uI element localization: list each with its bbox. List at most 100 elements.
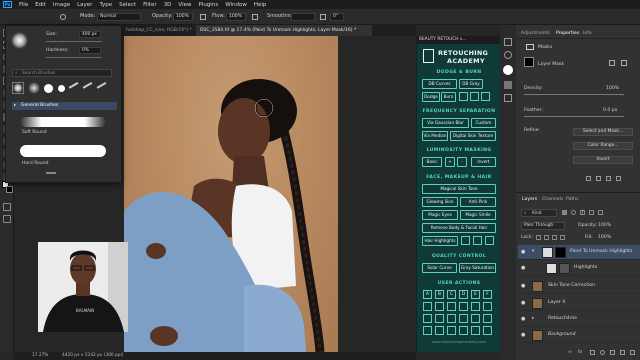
tab-info[interactable]: Info [583,31,592,36]
layer-row[interactable]: ● ▾ Paint To Unmask Highlights [518,245,640,260]
popup-resize-handle[interactable] [46,172,56,174]
menu-window[interactable]: Window [225,2,247,8]
anti-pink-button[interactable]: Anti-Pink [460,197,496,207]
user-action-icon-2[interactable] [435,302,444,311]
fx-icon[interactable]: fx [578,350,582,355]
visibility-eye-icon[interactable]: ● [521,332,527,338]
fmh-action-icon-1[interactable] [461,236,470,245]
menu-3d[interactable]: 3D [164,2,172,8]
magical-skin-tone-button[interactable]: Magical Skin Tone [422,184,496,194]
layer-name[interactable]: Background [548,332,576,337]
layer-mask-thumbnail[interactable] [524,57,534,67]
settings-gear-icon[interactable] [320,14,326,20]
layer-opacity-value[interactable]: 100% [598,223,611,228]
user-action-icon-11[interactable] [471,314,480,323]
delete-layer-icon[interactable] [630,350,635,355]
via-gaussian-button[interactable]: Via Gaussian Blur [422,118,469,128]
apply-icon[interactable] [596,176,601,181]
brush-soft-round-label[interactable]: Soft Round [22,130,47,135]
user-action-icon-13[interactable] [423,326,432,335]
brush-preset-thumb-4[interactable] [58,85,65,92]
tab-channels[interactable]: Channels [542,197,563,202]
user-action-d[interactable]: D [459,290,468,299]
layer-row[interactable]: ● Skin Tone Correction [518,279,640,294]
new-layer-icon[interactable] [620,350,625,355]
brush-settings-icon[interactable] [504,81,512,89]
doc-tab-1[interactable]: hotshop_CC_icon, RGB/16*) * [122,25,196,36]
layer-name[interactable]: Retouch4me [548,316,577,321]
burn-button[interactable]: Burn [441,92,456,102]
trash-icon[interactable] [616,176,621,181]
adjustment-layer-icon[interactable] [600,350,605,355]
basic-button[interactable]: Basic [422,157,442,167]
apply-mask-icon[interactable] [609,60,615,66]
user-action-e[interactable]: E [471,290,480,299]
zoom-level[interactable]: 17.27% [32,353,48,358]
invert-lum-button[interactable]: Invert [471,157,496,167]
soft-round-stroke-preview[interactable] [20,117,106,127]
portrait-photo[interactable] [124,36,338,352]
menu-file[interactable]: File [19,2,28,8]
doc-tab-active[interactable]: DSC_3584.tif @ 17.4% (Paint To Unmask Hi… [196,25,372,36]
gray-saturation-button[interactable]: Gray Saturation [459,263,496,273]
brush-preset-thumb-2[interactable] [28,82,40,94]
color-icon[interactable] [504,51,512,59]
visibility-icon[interactable] [606,176,611,181]
blend-mode-select[interactable]: Pass Through [521,222,565,230]
user-action-icon-5[interactable] [471,302,480,311]
document-dimensions[interactable]: 4420 px x 5342 px (300 ppi) [62,353,123,358]
visibility-eye-icon[interactable]: ● [521,316,527,322]
digital-skin-texture-button[interactable]: Digital Skin Texture [450,131,496,141]
dodge-button[interactable]: Dodge [422,92,440,102]
brush-preset-thumb-7[interactable] [96,82,110,94]
lock-position-icon[interactable] [552,235,557,240]
menu-edit[interactable]: Edit [35,2,46,8]
layer-mask-thumb[interactable] [559,263,570,274]
user-action-b[interactable]: B [435,290,444,299]
layer-name[interactable]: Skin Tone Correction [548,283,595,288]
pixel-filter-icon[interactable] [562,210,567,215]
layer-name[interactable]: Layer 4 [548,300,565,305]
smoothing-field[interactable] [291,13,315,21]
brush-group-general[interactable]: ▸ General Brushes [12,102,117,110]
color-range-button[interactable]: Color Range... [573,142,633,150]
brush-preset-icon[interactable] [60,14,66,20]
user-action-icon-17[interactable] [471,326,480,335]
layer-row[interactable]: ● Background [518,328,640,343]
db-action-icon-3[interactable] [481,92,490,101]
lock-pixels-icon[interactable] [544,235,549,240]
hair-highlights-button[interactable]: Hair Highlights [422,236,458,246]
retouch-footer-url[interactable]: www.retouchingacademy.com [417,340,501,344]
brush-search-input[interactable]: ⌕ Search Brushes [12,69,112,77]
density-value[interactable]: 100% [606,86,619,91]
menu-layer[interactable]: Layer [77,2,92,8]
density-slider[interactable] [524,94,624,95]
user-action-icon-18[interactable] [483,326,492,335]
type-filter-icon[interactable]: T [580,210,585,215]
add-mask-icon[interactable] [590,350,595,355]
layer-name[interactable]: Paint To Unmask Highlights [570,249,632,254]
retouch-panel-titlebar[interactable]: BEAUTY RETOUCH v... [416,36,500,44]
quick-mask-icon[interactable] [3,203,11,211]
menu-filter[interactable]: Filter [143,2,157,8]
vector-mask-icon[interactable] [621,60,627,66]
plus-button[interactable]: + [445,157,455,167]
via-median-button[interactable]: Via Median [422,131,448,141]
user-action-icon-6[interactable] [483,302,492,311]
character-icon[interactable] [504,94,512,102]
user-action-icon-10[interactable] [459,314,468,323]
flow-field[interactable]: 100% [226,13,246,21]
link-icon[interactable]: ∞ [568,350,572,355]
db-gray-button[interactable]: DB Gray [459,79,483,89]
solar-curve-button[interactable]: Solar Curve [422,263,457,273]
tab-paths[interactable]: Paths [566,197,579,202]
brush-hard-round-label[interactable]: Hard Round [22,161,48,166]
fmh-action-icon-3[interactable] [485,236,494,245]
mode-select[interactable]: Normal [97,13,141,21]
db-curves-button[interactable]: DB Curves [422,79,457,89]
brush-preset-thumb-5[interactable] [68,82,82,94]
hardness-field[interactable]: 0% [79,47,101,54]
menu-help[interactable]: Help [254,2,267,8]
size-field[interactable]: 400 px [79,31,101,38]
shape-filter-icon[interactable] [589,210,594,215]
